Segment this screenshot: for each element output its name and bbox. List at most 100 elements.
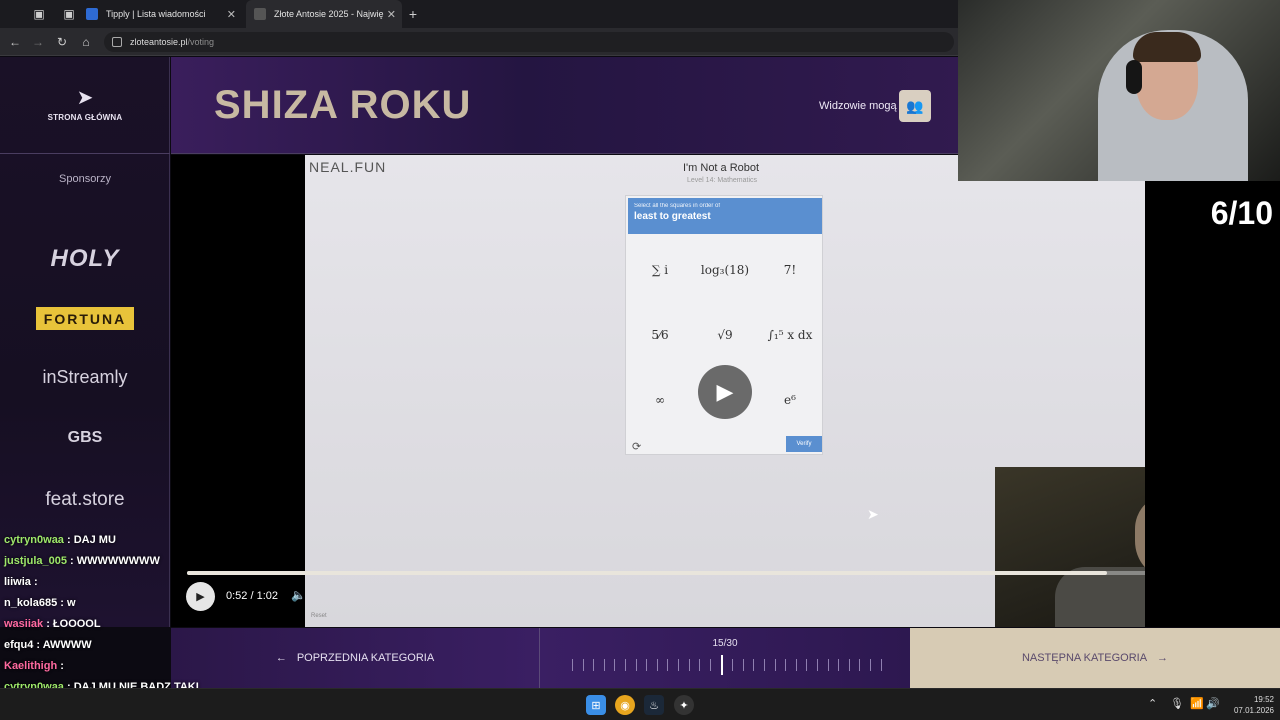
chat-username: wasiiak bbox=[4, 618, 44, 630]
system-clock[interactable]: 19:52 07.01.2026 bbox=[1222, 694, 1274, 716]
sponsor-instreamly-logo[interactable]: inStreamly bbox=[0, 367, 170, 388]
category-tick bbox=[699, 659, 701, 671]
url-path: /voting bbox=[187, 37, 215, 47]
sponsor-gbs-logo[interactable]: GBS bbox=[0, 429, 170, 447]
chat-overlay: cytryn0waa : DAJ MU justjula_005 : WWWWWW… bbox=[4, 530, 224, 698]
category-tick bbox=[572, 659, 573, 671]
chat-separator: : bbox=[43, 618, 53, 630]
round-counter: 6/10 bbox=[1210, 195, 1273, 231]
tab-title: Tipply | Lista wiadomości bbox=[106, 9, 206, 19]
chat-username: justjula_005 bbox=[4, 555, 67, 567]
arrow-left-icon: ➤ bbox=[76, 86, 94, 109]
speaker-icon[interactable]: 🔊 bbox=[1206, 697, 1220, 710]
close-tab-icon[interactable]: ✕ bbox=[227, 8, 236, 21]
arrow-left-icon: ← bbox=[275, 652, 287, 664]
pinned-tab-1[interactable]: ▣ bbox=[30, 5, 48, 23]
video-frame: NEAL.FUN I'm Not a Robot Level 14: Mathe… bbox=[305, 155, 1279, 627]
category-tick bbox=[709, 659, 711, 671]
category-page: 15/30 bbox=[712, 638, 738, 649]
viewers-label: Widzowie mogą bbox=[819, 100, 897, 112]
clock-time: 19:52 bbox=[1253, 695, 1274, 704]
category-navigation: ← POPRZEDNIA KATEGORIA 15/30 NASTĘPNA KA… bbox=[171, 628, 1280, 688]
chat-separator: : bbox=[63, 534, 74, 546]
volume-icon[interactable]: 🔈 bbox=[291, 588, 306, 602]
captcha-cell: ∑ i bbox=[651, 263, 669, 277]
tab-zlote-antosie[interactable]: Złote Antosie 2025 - Największ ✕ bbox=[246, 0, 402, 28]
counter-panel: 6/10 bbox=[1145, 181, 1280, 627]
sponsor-featstore-logo[interactable]: feat.store bbox=[0, 489, 170, 511]
tab-tipply[interactable]: Tipply | Lista wiadomości ✕ bbox=[86, 0, 242, 28]
home-button[interactable]: ➤ STRONA GŁÓWNA bbox=[0, 57, 170, 154]
chat-text: DAJ MU bbox=[73, 534, 116, 546]
chat-separator: : bbox=[66, 555, 77, 567]
steam-icon[interactable]: ♨ bbox=[644, 695, 664, 715]
clock-date: 07.01.2026 bbox=[1233, 706, 1274, 715]
chat-username: Kaelithigh bbox=[4, 660, 58, 672]
site-info-icon[interactable] bbox=[112, 37, 122, 47]
captcha-cell: 5⁄6 bbox=[651, 328, 669, 342]
category-tick bbox=[656, 659, 658, 671]
home-label: STRONA GŁÓWNA bbox=[47, 112, 123, 122]
previous-category-button[interactable]: ← POPRZEDNIA KATEGORIA bbox=[171, 628, 540, 688]
category-tick bbox=[838, 659, 840, 671]
instruction-big: least to greatest bbox=[634, 211, 711, 222]
tray-chevron-icon[interactable]: ⌃ bbox=[1148, 697, 1157, 710]
webcam-hair bbox=[1133, 32, 1201, 62]
play-overlay-button[interactable]: ▶ bbox=[698, 365, 752, 419]
category-tick bbox=[732, 659, 734, 671]
category-tick bbox=[827, 659, 829, 671]
chat-message: n_kola685 : w bbox=[4, 593, 224, 614]
category-ticks bbox=[572, 655, 882, 675]
captcha-cell: 7! bbox=[783, 263, 797, 277]
forward-icon[interactable]: → bbox=[29, 33, 47, 51]
users-icon: 👥 bbox=[906, 97, 924, 114]
pinned-tab-2[interactable]: ▣ bbox=[60, 5, 78, 23]
category-header: SHIZA ROKU Widzowie mogą 👥 bbox=[171, 57, 958, 154]
category-tick bbox=[870, 659, 872, 671]
sponsor-holy-logo[interactable]: HOLY bbox=[0, 245, 170, 273]
back-icon[interactable]: ← bbox=[6, 33, 24, 51]
url-input[interactable]: zloteantosie.pl/voting bbox=[104, 32, 954, 52]
category-progress: 15/30 bbox=[540, 628, 910, 688]
reset-label: Reset bbox=[311, 613, 327, 619]
home-icon[interactable]: ⌂ bbox=[77, 33, 95, 51]
chat-username: n_kola685 bbox=[4, 597, 58, 609]
chat-username: efqu4 bbox=[4, 639, 34, 651]
next-category-button[interactable]: NASTĘPNA KATEGORIA → bbox=[910, 628, 1280, 688]
previous-category-label: POPRZEDNIA KATEGORIA bbox=[296, 652, 435, 664]
next-category-label: NASTĘPNA KATEGORIA bbox=[1021, 652, 1148, 664]
category-tick bbox=[625, 659, 627, 671]
chat-separator: : bbox=[57, 660, 64, 672]
new-tab-button[interactable]: + bbox=[404, 5, 422, 23]
chat-separator: : bbox=[33, 639, 43, 651]
chat-message: liiwia : bbox=[4, 572, 224, 593]
browser-tab-bar: ▣ ▣ Tipply | Lista wiadomości ✕ Złote An… bbox=[0, 0, 958, 28]
chat-message: efqu4 : AWWWW bbox=[4, 635, 224, 656]
mouse-cursor-icon: ➤ bbox=[867, 506, 879, 522]
category-tick bbox=[667, 659, 669, 671]
category-title: SHIZA ROKU bbox=[214, 83, 472, 127]
sponsor-fortuna-logo[interactable]: FORTUNA bbox=[36, 307, 134, 330]
wifi-icon[interactable]: 📶 bbox=[1190, 697, 1204, 710]
microphone-icon[interactable]: 🎙 bbox=[1170, 697, 1184, 710]
video-progress-bar[interactable] bbox=[187, 571, 1263, 575]
chrome-icon[interactable]: ◉ bbox=[615, 695, 635, 715]
category-tick bbox=[742, 659, 744, 671]
category-tick bbox=[635, 659, 637, 671]
app-icon[interactable]: ✦ bbox=[674, 695, 694, 715]
streamer-webcam bbox=[958, 0, 1280, 181]
windows-start-icon[interactable]: ⊞ bbox=[586, 695, 606, 715]
category-tick bbox=[848, 659, 850, 671]
category-tick bbox=[817, 659, 819, 671]
video-player[interactable]: NEAL.FUN I'm Not a Robot Level 14: Mathe… bbox=[171, 155, 1279, 627]
captcha-cell: ∞ bbox=[655, 393, 665, 407]
reload-icon[interactable]: ↻ bbox=[53, 33, 71, 51]
chat-separator: : bbox=[57, 597, 67, 609]
category-tick bbox=[753, 659, 755, 671]
chat-separator: : bbox=[30, 576, 38, 588]
site-logo: NEAL.FUN bbox=[309, 159, 387, 175]
chat-text: ŁOOOOL bbox=[52, 618, 101, 630]
close-tab-icon[interactable]: ✕ bbox=[387, 8, 396, 21]
category-tick bbox=[806, 659, 808, 671]
viewers-button[interactable]: 👥 bbox=[899, 90, 931, 122]
